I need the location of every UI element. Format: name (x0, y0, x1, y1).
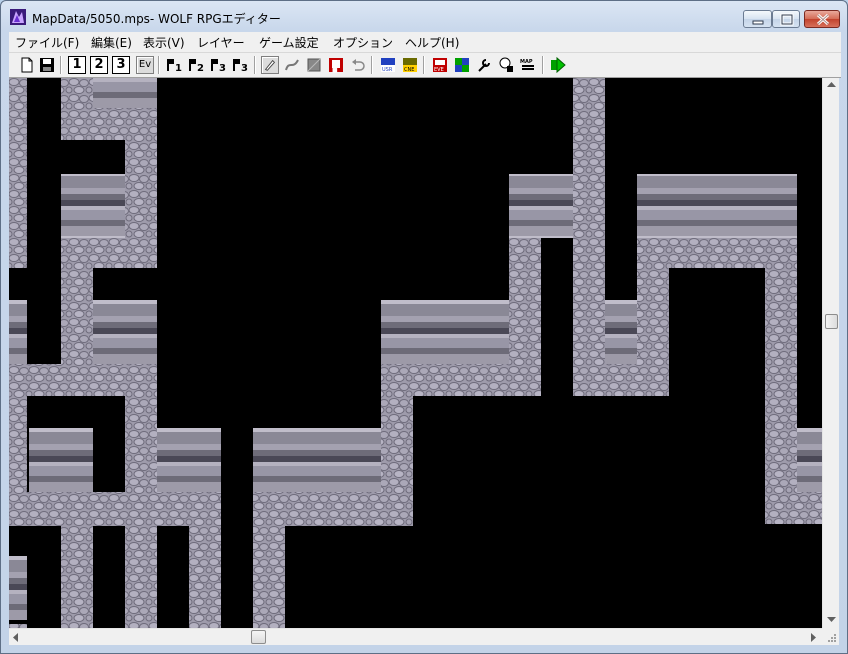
scroll-left-icon[interactable] (13, 633, 19, 642)
toolbar-separator (254, 56, 256, 74)
tile-2-icon[interactable]: 2 (187, 56, 205, 74)
horizontal-scroll-thumb[interactable] (251, 630, 266, 644)
vertical-scroll-thumb[interactable] (825, 314, 838, 329)
database-sys-icon[interactable]: CNE (401, 56, 419, 74)
menu-help[interactable]: ヘルプ(H) (405, 34, 459, 51)
resize-grip-icon (828, 634, 836, 642)
line-icon[interactable] (283, 56, 301, 74)
undo-icon[interactable] (349, 56, 367, 74)
menu-file[interactable]: ファイル(F) (15, 34, 79, 51)
toolbar-separator (60, 56, 62, 74)
menu-game-settings[interactable]: ゲーム設定 (259, 34, 319, 51)
map-tiles (9, 78, 822, 628)
svg-text:3: 3 (219, 63, 226, 74)
map-list-icon[interactable]: MAP (519, 56, 537, 74)
menu-options[interactable]: オプション (333, 34, 393, 51)
new-file-icon[interactable] (18, 56, 36, 74)
svg-text:1: 1 (175, 63, 182, 74)
minimize-icon (752, 20, 764, 25)
horizontal-scrollbar[interactable] (9, 628, 822, 645)
editor-window: MapData/5050.mps- WOLF RPGエディター ファイル(F) … (0, 0, 848, 654)
toolbar-separator (371, 56, 373, 74)
character-icon[interactable] (497, 56, 515, 74)
tile-1-icon[interactable]: 1 (165, 56, 183, 74)
menu-layer[interactable]: レイヤー (197, 34, 245, 51)
layer-3-button[interactable]: 3 (112, 56, 130, 74)
toolbar-separator (542, 56, 544, 74)
tile-4-icon[interactable]: 3 (231, 56, 249, 74)
svg-text:MAP: MAP (520, 59, 533, 65)
database-user-icon[interactable]: USR (379, 56, 397, 74)
menu-view[interactable]: 表示(V) (143, 34, 185, 51)
svg-text:3: 3 (241, 63, 248, 74)
svg-text:EVE: EVE (434, 67, 444, 73)
layer-1-button[interactable]: 1 (68, 56, 86, 74)
map-canvas[interactable] (9, 78, 822, 628)
close-button[interactable] (804, 10, 840, 28)
save-icon[interactable] (38, 56, 56, 74)
layer-2-button[interactable]: 2 (90, 56, 108, 74)
tile-3-icon[interactable]: 3 (209, 56, 227, 74)
pen-icon[interactable] (261, 56, 279, 74)
scroll-down-icon[interactable] (827, 617, 836, 623)
test-play-icon[interactable] (549, 56, 567, 74)
menu-bar: ファイル(F) 編集(E) 表示(V) レイヤー ゲーム設定 オプション ヘルプ… (9, 32, 841, 53)
event-layer-button[interactable]: Ev (136, 56, 154, 74)
scroll-up-icon[interactable] (827, 82, 836, 88)
svg-text:■: ■ (332, 67, 338, 74)
toolbar: 1 2 3 Ev 1 2 3 3 ■ USR CNE EVE MAP (9, 53, 841, 78)
toolbar-separator (158, 56, 160, 74)
tileset-icon[interactable] (453, 56, 471, 74)
svg-text:CNE: CNE (404, 67, 414, 73)
window-title: MapData/5050.mps- WOLF RPGエディター (32, 12, 281, 26)
title-bar[interactable]: MapData/5050.mps- WOLF RPGエディター (1, 1, 847, 31)
common-event-icon[interactable]: EVE (431, 56, 449, 74)
maximize-icon (780, 13, 794, 26)
scroll-right-icon[interactable] (811, 633, 817, 642)
resize-grip[interactable] (822, 628, 839, 645)
toolbar-separator (423, 56, 425, 74)
tool-icon[interactable] (475, 56, 493, 74)
svg-text:2: 2 (197, 63, 204, 74)
minimize-button[interactable] (743, 10, 772, 28)
wolf-app-icon (10, 9, 26, 25)
svg-text:USR: USR (382, 67, 393, 73)
erase-icon[interactable]: ■ (327, 56, 345, 74)
fill-icon[interactable] (305, 56, 323, 74)
maximize-button[interactable] (772, 10, 800, 28)
menu-edit[interactable]: 編集(E) (91, 34, 132, 51)
close-icon (816, 13, 830, 26)
vertical-scrollbar[interactable] (822, 78, 839, 628)
